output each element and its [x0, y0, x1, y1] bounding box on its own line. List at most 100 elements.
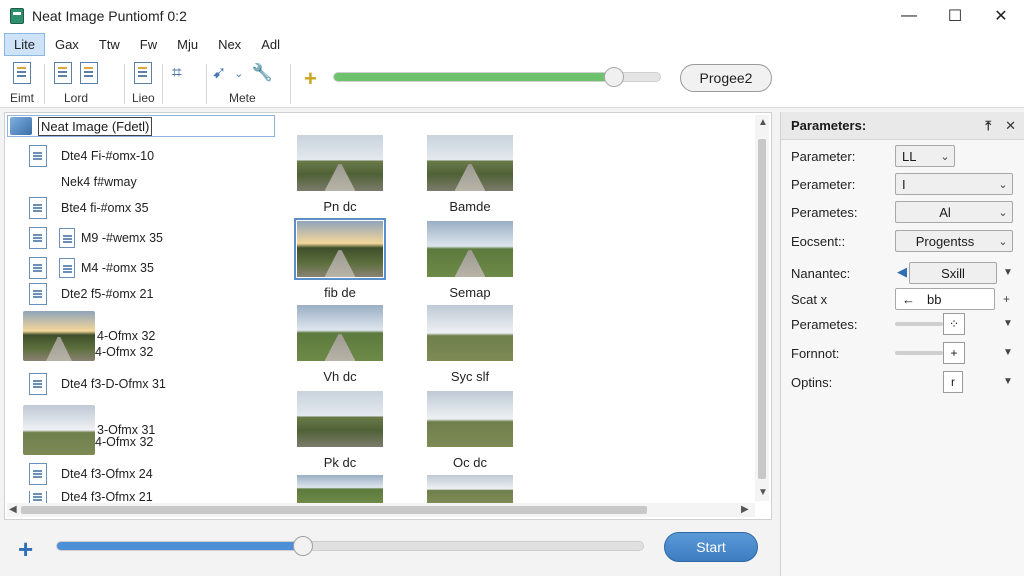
file-row[interactable]: M4 -#omx 35: [29, 257, 154, 279]
menu-item-lite[interactable]: Lite: [4, 32, 45, 56]
thumbnail-image: [297, 391, 383, 447]
thumbnail-card[interactable]: Semap: [427, 221, 513, 300]
scroll-down-icon[interactable]: ▼: [758, 487, 768, 498]
file-row[interactable]: M9 -#wemx 35: [29, 227, 163, 249]
thumbnail-image: [427, 391, 513, 447]
thumbnail-card[interactable]: Pn dc: [297, 135, 383, 214]
thumbnail-caption: Semap: [449, 285, 491, 300]
progress-button[interactable]: Progee2: [680, 64, 772, 92]
parameter-value: I: [902, 176, 906, 192]
crop-icon[interactable]: ⌗: [172, 63, 182, 83]
thumbnail-image: [427, 135, 513, 191]
start-button[interactable]: Start: [664, 532, 758, 562]
menu-item-nex[interactable]: Nex: [208, 33, 251, 56]
add-icon[interactable]: +: [304, 66, 317, 92]
menu-item-fw[interactable]: Fw: [130, 33, 167, 56]
thumbnail-card[interactable]: [427, 475, 513, 503]
horizontal-scrollbar[interactable]: ◀ ▶: [7, 503, 755, 517]
progress-slider-fill: [57, 542, 304, 550]
parameter-value-box[interactable]: +: [943, 342, 965, 364]
thumbnail-image: [427, 221, 513, 277]
parameter-label: Fornnot:: [791, 345, 840, 361]
parameter-slider[interactable]: [895, 322, 943, 326]
file-row[interactable]: 4-Ofmx 32: [95, 345, 153, 359]
document-icon: [29, 491, 47, 503]
menu-item-mju[interactable]: Mju: [167, 33, 208, 56]
parameter-field[interactable]: ← bb: [895, 288, 995, 310]
toolbar-group-mete: ➹ ⌄ 🔧 Mete: [212, 60, 273, 105]
path-bar[interactable]: Neat Image (Fdetl): [7, 115, 275, 137]
parameter-value: Sxill: [941, 265, 965, 281]
menu-item-ttw[interactable]: Ttw: [89, 33, 130, 56]
file-row[interactable]: Nek4 f#wmay: [61, 175, 137, 189]
thumbnail-card[interactable]: Syc slf: [427, 305, 513, 384]
vertical-scrollbar[interactable]: ▲ ▼: [755, 115, 769, 501]
file-row[interactable]: Bte4 fi-#omx 35: [29, 197, 149, 219]
chevron-down-icon[interactable]: ⌄: [234, 67, 243, 80]
thumbnail-card[interactable]: Pk dc: [297, 391, 383, 470]
parameter-label: Eocsent::: [791, 233, 846, 249]
load-image-icon[interactable]: [54, 62, 72, 84]
parameter-dropdown[interactable]: Al ⌄: [895, 201, 1013, 223]
close-icon[interactable]: ✕: [1005, 118, 1016, 134]
vertical-scroll-thumb[interactable]: [758, 139, 766, 479]
parameter-row: Optins: r ▼: [791, 370, 1017, 394]
menu-item-gax[interactable]: Gax: [45, 33, 89, 56]
open-file-icon[interactable]: [13, 62, 31, 84]
file-row[interactable]: Dte4 f3-Ofmx 21: [29, 491, 153, 503]
strength-slider-fill: [334, 73, 615, 81]
parameter-value: LL: [902, 148, 917, 164]
toolbar-label-lord: Lord: [63, 91, 89, 105]
file-browser-pane: Neat Image (Fdetl) Dte4 Fi-#omx-10 Nek4 …: [4, 112, 772, 520]
chevron-down-icon[interactable]: ▼: [1003, 318, 1013, 329]
chevron-down-icon[interactable]: ▼: [1003, 267, 1013, 278]
file-row[interactable]: Dte2 f5-#omx 21: [29, 283, 153, 305]
parameter-dropdown[interactable]: LL ⌄: [895, 145, 955, 167]
file-row[interactable]: Dte4 f3-Ofmx 24: [29, 463, 153, 485]
add-icon[interactable]: +: [18, 534, 33, 565]
play-left-icon[interactable]: ◀: [897, 264, 907, 280]
horizontal-scroll-thumb[interactable]: [21, 506, 647, 514]
load-profile-icon[interactable]: [80, 62, 98, 84]
title-bar: Neat Image Puntiomf 0:2 — ☐ ✕: [0, 0, 1024, 32]
wand-icon[interactable]: ➹: [212, 63, 226, 83]
toolbar-group-lieo: Lieo: [132, 60, 155, 105]
scroll-left-icon[interactable]: ◀: [9, 504, 17, 515]
filter-icon[interactable]: [134, 62, 153, 84]
thumbnail-card[interactable]: fib de: [294, 218, 386, 300]
parameter-value: Al: [939, 204, 951, 220]
file-row[interactable]: 4-Ofmx 32: [95, 435, 153, 449]
chevron-down-icon[interactable]: ▼: [1003, 376, 1013, 387]
parameter-dropdown[interactable]: I ⌄: [895, 173, 1013, 195]
parameter-slider[interactable]: [895, 351, 943, 355]
thumbnail-card[interactable]: [297, 475, 383, 503]
menu-item-adl[interactable]: Adl: [251, 33, 290, 56]
thumbnail-card[interactable]: Bamde: [427, 135, 513, 214]
maximize-button[interactable]: ☐: [932, 0, 978, 32]
parameter-dropdown[interactable]: Progentss ⌄: [895, 230, 1013, 252]
minimize-button[interactable]: —: [886, 0, 932, 32]
parameter-label: Perameter:: [791, 176, 856, 192]
parameter-label: Perametes:: [791, 316, 858, 332]
parameter-dropdown[interactable]: Sxill: [909, 262, 997, 284]
chevron-down-icon[interactable]: ▼: [1003, 347, 1013, 358]
file-row[interactable]: Dte4 f3-D-Ofmx 31: [29, 373, 166, 395]
thumbnail-card[interactable]: Vh dc: [297, 305, 383, 384]
parameter-value-box[interactable]: ⁘: [943, 313, 965, 335]
scroll-up-icon[interactable]: ▲: [758, 117, 768, 128]
file-row[interactable]: Dte4 Fi-#omx-10: [29, 145, 154, 167]
file-name: M4 -#omx 35: [81, 261, 154, 275]
close-button[interactable]: ✕: [978, 0, 1024, 32]
progress-slider-thumb[interactable]: [293, 536, 314, 556]
thumbnail-image: [427, 305, 513, 361]
strength-slider[interactable]: [333, 67, 661, 87]
scroll-right-icon[interactable]: ▶: [741, 504, 749, 515]
pin-icon[interactable]: ⤒: [985, 118, 991, 134]
wrench-icon[interactable]: 🔧: [251, 63, 272, 83]
thumbnail-card[interactable]: Oc dc: [427, 391, 513, 470]
plus-icon[interactable]: +: [1003, 292, 1010, 306]
parameter-value-box[interactable]: r: [943, 371, 963, 393]
progress-slider[interactable]: [56, 536, 644, 556]
parameter-row: Perametes: Al ⌄: [791, 200, 1017, 224]
menu-bar: Lite Gax Ttw Fw Mju Nex Adl: [0, 32, 1024, 56]
